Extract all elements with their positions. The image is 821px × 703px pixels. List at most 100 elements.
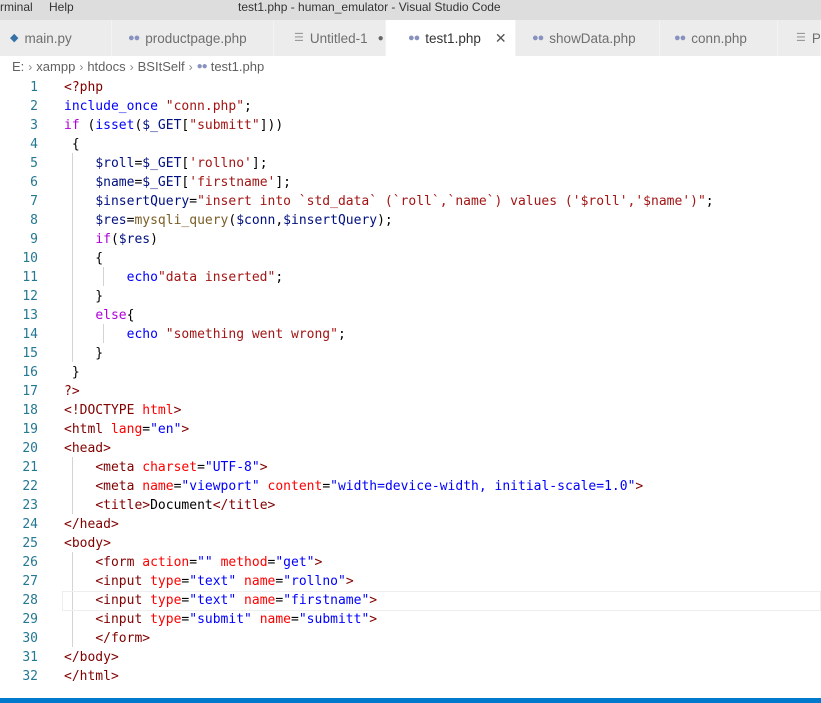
- line-number: 2: [30, 99, 38, 114]
- code-line[interactable]: 26 <form action="" method="get">: [0, 553, 821, 572]
- code-line[interactable]: 11 echo"data inserted";: [0, 268, 821, 287]
- line-number: 10: [22, 251, 38, 266]
- code-line[interactable]: 4 {: [0, 135, 821, 154]
- text-file-icon: ☰: [796, 31, 806, 44]
- code-line[interactable]: 17 ?>: [0, 382, 821, 401]
- close-icon[interactable]: ✕: [495, 30, 507, 47]
- code-line[interactable]: 23 <title>Document</title>: [0, 496, 821, 515]
- code-line[interactable]: 29 <input type="submit" name="submitt">: [0, 610, 821, 629]
- code-line[interactable]: 20 <head>: [0, 439, 821, 458]
- tab-label: test1.php: [425, 30, 481, 46]
- code-text: <input type="submit" name="submitt">: [95, 612, 378, 627]
- menu-help[interactable]: Help: [49, 0, 74, 14]
- line-number: 26: [22, 555, 38, 570]
- breadcrumb-item[interactable]: BSItSelf: [138, 58, 185, 76]
- code-text: $res=mysqli_query($conn,$insertQuery);: [95, 213, 393, 228]
- breadcrumb-item[interactable]: test1.php: [211, 58, 265, 76]
- code-line[interactable]: 22 <meta name="viewport" content="width=…: [0, 477, 821, 496]
- chevron-right-icon: ›: [79, 60, 84, 74]
- breadcrumb-item[interactable]: xampp: [36, 58, 75, 76]
- code-text: <body>: [64, 536, 111, 551]
- line-number: 12: [22, 289, 38, 304]
- tab-bar: ◆ main.py ●● productpage.php ☰ Untitled-…: [0, 20, 821, 56]
- code-line[interactable]: 31 </body>: [0, 648, 821, 667]
- tab-label: Py: [811, 30, 821, 46]
- line-number: 3: [30, 118, 38, 133]
- tab-untitled-1[interactable]: ☰ Untitled-1 ●: [274, 20, 386, 56]
- code-text: if($res): [95, 232, 158, 247]
- line-number: 32: [22, 669, 38, 684]
- chevron-right-icon: ›: [129, 60, 134, 74]
- code-text: <meta charset="UTF-8">: [95, 460, 268, 475]
- tab-label: Untitled-1: [309, 30, 368, 46]
- breadcrumb-item[interactable]: E:: [12, 58, 24, 76]
- code-text: }: [64, 365, 80, 380]
- code-editor[interactable]: 1 <?php 2 include_once "conn.php"; 3 if (isse…: [0, 77, 821, 698]
- code-line[interactable]: 18 <!DOCTYPE html>: [0, 401, 821, 420]
- tab-main-py[interactable]: ◆ main.py: [0, 20, 112, 56]
- php-icon: ●●: [196, 61, 208, 72]
- code-line[interactable]: 7 $insertQuery="insert into `std_data` (…: [0, 192, 821, 211]
- code-line[interactable]: 5 $roll=$_GET['rollno'];: [0, 154, 821, 173]
- code-line[interactable]: 28 <input type="text" name="firstname">: [0, 591, 821, 611]
- code-text: <html lang="en">: [64, 422, 190, 437]
- code-line[interactable]: 6 $name=$_GET['firstname'];: [0, 173, 821, 192]
- code-text: </body>: [64, 650, 119, 665]
- code-line[interactable]: 3 if (isset($_GET["submitt"])): [0, 116, 821, 135]
- code-line[interactable]: 8 $res=mysqli_query($conn,$insertQuery);: [0, 211, 821, 230]
- code-line[interactable]: 10 {: [0, 249, 821, 268]
- code-line[interactable]: 24 </head>: [0, 515, 821, 534]
- code-line[interactable]: 16 }: [0, 363, 821, 382]
- code-text: include_once "conn.php";: [64, 99, 252, 114]
- code-line[interactable]: 14 echo "something went wrong";: [0, 325, 821, 344]
- tab-label: conn.php: [691, 30, 747, 46]
- code-text: if (isset($_GET["submitt"])): [64, 118, 284, 133]
- tab-conn-php[interactable]: ●● conn.php: [660, 20, 778, 56]
- code-line[interactable]: 19 <html lang="en">: [0, 420, 821, 439]
- code-line[interactable]: 21 <meta charset="UTF-8">: [0, 458, 821, 477]
- line-number: 27: [22, 574, 38, 589]
- unsaved-dot-icon[interactable]: ●: [378, 33, 384, 44]
- line-number: 1: [30, 80, 38, 95]
- code-line[interactable]: 2 include_once "conn.php";: [0, 97, 821, 116]
- code-text: <?php: [64, 80, 104, 95]
- line-number: 25: [22, 536, 38, 551]
- line-number: 19: [22, 422, 38, 437]
- code-line[interactable]: 30 </form>: [0, 629, 821, 648]
- menu-terminal[interactable]: rminal: [0, 0, 33, 14]
- php-icon: ●●: [532, 31, 544, 44]
- code-line[interactable]: 12 }: [0, 287, 821, 306]
- breadcrumb-item[interactable]: htdocs: [87, 58, 125, 76]
- tab-label: main.py: [24, 30, 72, 46]
- code-line[interactable]: 32 </html>: [0, 667, 821, 686]
- code-text: </form>: [95, 631, 151, 646]
- code-text: }: [64, 346, 104, 361]
- code-text: <form action="" method="get">: [95, 555, 323, 570]
- code-text: <head>: [64, 441, 111, 456]
- tab-showdata-php[interactable]: ●● showData.php: [516, 20, 660, 56]
- line-number: 31: [22, 650, 38, 665]
- line-number: 5: [30, 156, 38, 171]
- line-number: 7: [30, 194, 38, 209]
- code-line[interactable]: 13 else{: [0, 306, 821, 325]
- code-text: $name=$_GET['firstname'];: [95, 175, 291, 190]
- tab-productpage-php[interactable]: ●● productpage.php: [112, 20, 274, 56]
- code-line[interactable]: 15 }: [0, 344, 821, 363]
- code-text: echo"data inserted";: [126, 270, 284, 285]
- line-number: 29: [22, 612, 38, 627]
- line-number: 21: [22, 460, 38, 475]
- code-text: echo "something went wrong";: [126, 327, 346, 342]
- tab-test1-php[interactable]: ●● test1.php ✕: [386, 20, 516, 56]
- tab-label: showData.php: [549, 30, 636, 46]
- code-text: <input type="text" name="rollno">: [95, 574, 354, 589]
- code-text: </head>: [64, 517, 119, 532]
- code-line[interactable]: 27 <input type="text" name="rollno">: [0, 572, 821, 591]
- code-line[interactable]: 1 <?php: [0, 78, 821, 97]
- code-text: {: [64, 137, 80, 152]
- tab-label: productpage.php: [145, 30, 247, 46]
- line-number: 18: [22, 403, 38, 418]
- code-line[interactable]: 9 if($res): [0, 230, 821, 249]
- code-line[interactable]: 25 <body>: [0, 534, 821, 553]
- line-number: 17: [22, 384, 38, 399]
- tab-py[interactable]: ☰ Py: [778, 20, 821, 56]
